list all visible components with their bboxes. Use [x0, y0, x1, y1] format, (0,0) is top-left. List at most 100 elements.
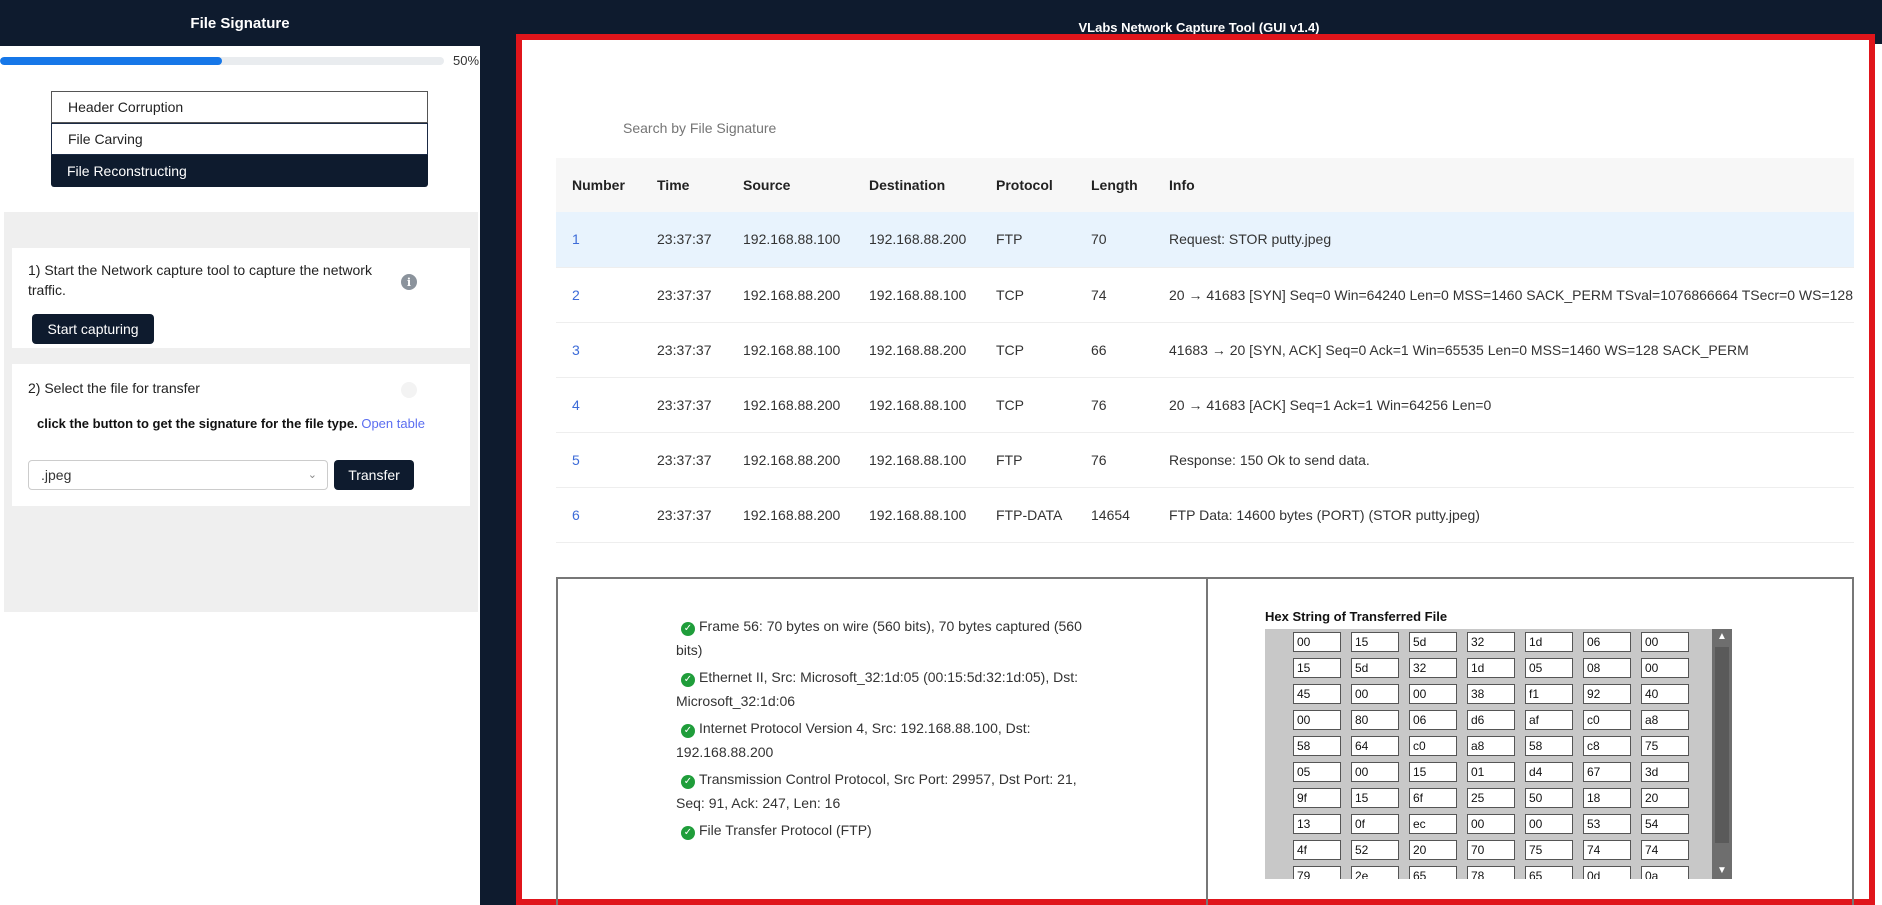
start-capturing-button[interactable]: Start capturing [32, 314, 154, 344]
hex-cell: 9f [1293, 788, 1341, 808]
right-panel: VLabs Network Capture Tool (GUI v1.4) Nu… [516, 0, 1882, 905]
info-icon: i [401, 382, 417, 398]
scroll-down-icon[interactable]: ▼ [1712, 863, 1732, 879]
column-header[interactable]: Number [556, 158, 641, 212]
progress-row: 50% [0, 46, 480, 76]
tree-item-label: Internet Protocol Version 4, Src: 192.16… [676, 720, 1031, 760]
packet-destination: 192.168.88.200 [853, 212, 980, 268]
hex-cell: 20 [1409, 840, 1457, 860]
tree-item-label: Ethernet II, Src: Microsoft_32:1d:05 (00… [676, 669, 1078, 709]
hex-scrollbar[interactable]: ▲ ▼ [1712, 629, 1732, 879]
open-table-link[interactable]: Open table [361, 416, 425, 431]
hex-cell: 67 [1583, 762, 1631, 782]
info-icon[interactable]: i [401, 274, 417, 290]
hex-cell: 74 [1583, 840, 1631, 860]
hex-cell: 5d [1409, 632, 1457, 652]
tree-item-ipv4[interactable]: ✓ Internet Protocol Version 4, Src: 192.1… [676, 716, 1096, 764]
hex-cell: ec [1409, 814, 1457, 834]
hex-cell: 74 [1641, 840, 1689, 860]
transfer-button[interactable]: Transfer [334, 460, 414, 490]
tree-item-ftp[interactable]: ✓ File Transfer Protocol (FTP) [676, 818, 1096, 842]
hint-text: click the button to get the signature fo… [37, 416, 358, 431]
file-type-value: .jpeg [41, 467, 72, 483]
hex-cell: 54 [1641, 814, 1689, 834]
hex-cell: 40 [1641, 684, 1689, 704]
packet-length: 70 [1075, 212, 1153, 268]
column-header[interactable]: Protocol [980, 158, 1075, 212]
progress-text: 50% [453, 53, 480, 68]
hex-cell: 52 [1351, 840, 1399, 860]
hex-cell: 15 [1351, 788, 1399, 808]
hex-cell: 64 [1351, 736, 1399, 756]
hex-grid: 00 15 5d 32 1d 06 00 15 5d 32 1d 05 08 00 45 00 00 38 f1 92… [1293, 632, 1689, 879]
column-header[interactable]: Source [727, 158, 853, 212]
hex-cell: 1d [1467, 658, 1515, 678]
app-title: VLabs Network Capture Tool (GUI v1.4) [1078, 20, 1320, 35]
packet-info: FTP Data: 14600 bytes (PORT) (STOR putty… [1153, 487, 1854, 543]
menu-item-header-corruption[interactable]: Header Corruption [51, 91, 428, 123]
tree-item-label: Transmission Control Protocol, Src Port:… [676, 771, 1077, 811]
column-header[interactable]: Length [1075, 158, 1153, 212]
hex-cell: 00 [1641, 632, 1689, 652]
hex-cell: 18 [1583, 788, 1631, 808]
hex-cell: 45 [1293, 684, 1341, 704]
tree-item-tcp[interactable]: ✓ Transmission Control Protocol, Src Port… [676, 767, 1096, 815]
menu-item-file-reconstructing[interactable]: File Reconstructing [51, 155, 428, 187]
table-row[interactable]: 2 23:37:37 192.168.88.200 192.168.88.100… [556, 267, 1854, 323]
menu-item-file-carving[interactable]: File Carving [51, 123, 428, 155]
hex-cell: d4 [1525, 762, 1573, 782]
file-type-select[interactable]: .jpeg ⌄ [28, 460, 328, 490]
table-row[interactable]: 1 23:37:37 192.168.88.100 192.168.88.200… [556, 212, 1854, 268]
packet-number: 4 [556, 377, 641, 433]
packet-protocol: TCP [980, 377, 1075, 433]
hex-cell: af [1525, 710, 1573, 730]
panel-divider [480, 0, 516, 905]
check-icon: ✓ [681, 673, 695, 687]
packet-protocol: FTP-DATA [980, 487, 1075, 543]
packet-info: 41683 → 20 [SYN, ACK] Seq=0 Ack=1 Win=65… [1153, 322, 1854, 378]
table-row[interactable]: 6 23:37:37 192.168.88.200 192.168.88.100… [556, 487, 1854, 543]
packet-length: 76 [1075, 432, 1153, 488]
table-row[interactable]: 5 23:37:37 192.168.88.200 192.168.88.100… [556, 432, 1854, 488]
scroll-up-icon[interactable]: ▲ [1712, 629, 1732, 645]
hex-cell: 4f [1293, 840, 1341, 860]
hex-cell: c0 [1409, 736, 1457, 756]
hex-cell: 15 [1409, 762, 1457, 782]
hex-cell: 50 [1525, 788, 1573, 808]
hex-cell: 06 [1409, 710, 1457, 730]
check-icon: ✓ [681, 724, 695, 738]
hex-cell: 80 [1351, 710, 1399, 730]
column-header[interactable]: Info [1153, 158, 1854, 212]
hex-cell: 92 [1583, 684, 1631, 704]
packet-detail-tree: ✓ Frame 56: 70 bytes on wire (560 bits), … [676, 614, 1096, 845]
hex-cell: 78 [1467, 866, 1515, 879]
packet-number: 1 [556, 212, 641, 268]
search-input[interactable] [623, 120, 923, 136]
table-row[interactable]: 4 23:37:37 192.168.88.200 192.168.88.100… [556, 377, 1854, 433]
hex-cell: 70 [1467, 840, 1515, 860]
hex-cell: 00 [1351, 684, 1399, 704]
left-panel: File Signature 50% Header Corruption Fil… [0, 0, 480, 905]
check-icon: ✓ [681, 622, 695, 636]
packet-length: 76 [1075, 377, 1153, 433]
hex-cell: 00 [1467, 814, 1515, 834]
column-header[interactable]: Destination [853, 158, 980, 212]
hex-cell: 08 [1583, 658, 1631, 678]
table-row[interactable]: 3 23:37:37 192.168.88.100 192.168.88.200… [556, 322, 1854, 378]
packet-length: 66 [1075, 322, 1153, 378]
hex-title: Hex String of Transferred File [1265, 609, 1448, 624]
column-header[interactable]: Time [641, 158, 727, 212]
tree-item-frame[interactable]: ✓ Frame 56: 70 bytes on wire (560 bits), … [676, 614, 1096, 662]
hex-cell: c0 [1583, 710, 1631, 730]
packet-source: 192.168.88.200 [727, 432, 853, 488]
hex-cell: 0f [1351, 814, 1399, 834]
hex-cell: 05 [1525, 658, 1573, 678]
signature-hint: click the button to get the signature fo… [37, 416, 425, 431]
step2-title: 2) Select the file for transfer [28, 380, 200, 396]
scroll-thumb[interactable] [1715, 647, 1729, 843]
step-menu: Header Corruption File Carving File Reco… [51, 91, 428, 187]
packet-length: 74 [1075, 267, 1153, 323]
hex-cell: 0d [1583, 866, 1631, 879]
tree-item-ethernet[interactable]: ✓ Ethernet II, Src: Microsoft_32:1d:05 (0… [676, 665, 1096, 713]
hex-cell: 00 [1293, 710, 1341, 730]
